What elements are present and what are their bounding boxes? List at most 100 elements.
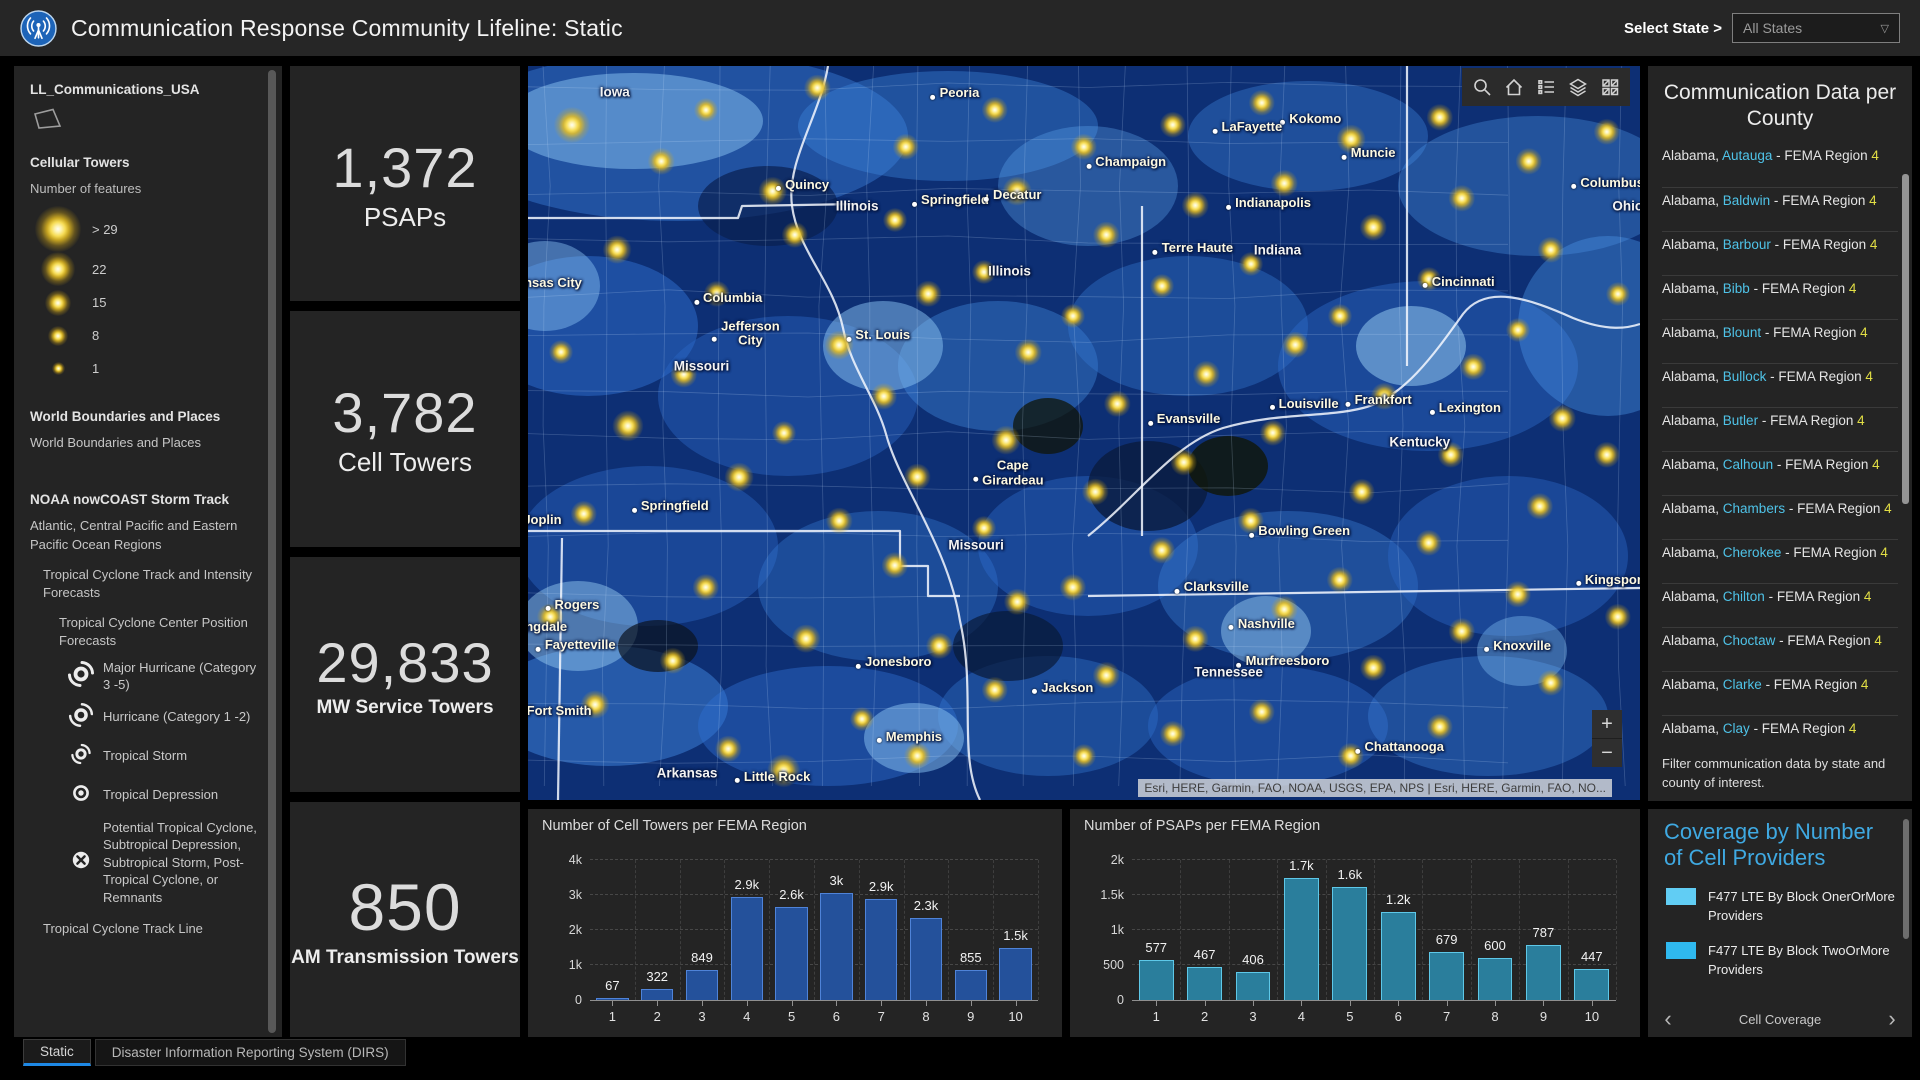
x-axis-tick-label: 4	[1277, 1009, 1325, 1024]
bar-value-label: 600	[1484, 938, 1506, 953]
coverage-legend-item: F477 LTE By Block TwoOrMore Providers	[1664, 941, 1896, 980]
basemap-grid-icon[interactable]	[1594, 68, 1626, 106]
bar	[865, 899, 897, 1001]
county-row[interactable]: Alabama, Chambers - FEMA Region 4	[1662, 495, 1898, 539]
x-axis-tick-label: 10	[993, 1009, 1038, 1024]
county-row[interactable]: Alabama, Clay - FEMA Region 4	[1662, 715, 1898, 759]
feature-class-row: 1	[30, 352, 262, 385]
tab-static[interactable]: Static	[23, 1039, 91, 1066]
city-dot-icon	[1249, 533, 1254, 538]
city-dot-icon	[1226, 205, 1231, 210]
storm-symbol-list: Major Hurricane (Category 3 -5)Hurricane…	[30, 659, 262, 907]
cellular-towers-title: Cellular Towers	[30, 155, 262, 170]
county-row[interactable]: Alabama, Clarke - FEMA Region 4	[1662, 671, 1898, 715]
feature-class-row: 15	[30, 286, 262, 319]
coverage-panel-title: Coverage by Number of Cell Providers	[1664, 819, 1896, 872]
tab-dirs[interactable]: Disaster Information Reporting System (D…	[95, 1039, 406, 1066]
feature-class-list: > 29221581	[30, 206, 262, 385]
zoom-in-button[interactable]: +	[1592, 710, 1622, 738]
pager-next-icon[interactable]: ›	[1880, 1008, 1904, 1030]
coverage-map[interactable]: IowaPeoriaKokomoLaFayetteMuncieChampaign…	[528, 66, 1640, 800]
city-dot-icon	[1342, 155, 1347, 160]
city-label: Nashville	[1238, 617, 1295, 631]
city-label: Decatur	[993, 188, 1041, 202]
gridline	[1326, 860, 1327, 1000]
bar	[1429, 952, 1464, 1000]
coverage-scrollbar[interactable]	[1903, 819, 1909, 939]
gridline	[724, 860, 725, 1000]
y-axis-tick-label: 0	[1117, 993, 1124, 1007]
y-axis-tick-label: 2k	[569, 923, 582, 937]
gridline	[1038, 860, 1039, 1000]
feature-class-row: 8	[30, 319, 262, 352]
gridline	[680, 860, 681, 1000]
map-attribution: Esri, HERE, Garmin, FAO, NOAA, USGS, EPA…	[1138, 779, 1612, 797]
search-icon[interactable]	[1466, 68, 1498, 106]
sidebar-scrollbar[interactable]	[268, 70, 276, 1033]
legend-list-icon[interactable]	[1530, 68, 1562, 106]
county-row[interactable]: Alabama, Chilton - FEMA Region 4	[1662, 583, 1898, 627]
county-row[interactable]: Alabama, Blount - FEMA Region 4	[1662, 319, 1898, 363]
city-label: Champaign	[1095, 155, 1166, 169]
coverage-legend-item: F477 LTE By Block OnerOrMore Providers	[1664, 887, 1896, 926]
gridline	[1422, 860, 1423, 1000]
y-axis-tick-label: 0	[575, 993, 582, 1007]
header: Communication Response Community Lifelin…	[0, 0, 1920, 56]
city-label: LaFayette	[1222, 120, 1283, 134]
bar-value-label: 322	[646, 969, 668, 984]
x-axis-tick-label: 1	[590, 1009, 635, 1024]
county-list-scrollbar[interactable]	[1902, 174, 1909, 504]
city-label: Chattanooga	[1365, 740, 1444, 754]
stat-value: 850	[348, 869, 461, 945]
county-row[interactable]: Alabama, Barbour - FEMA Region 4	[1662, 231, 1898, 275]
bar-value-label: 787	[1533, 925, 1555, 940]
city-label: Columbia	[703, 291, 762, 305]
bar-value-label: 467	[1194, 947, 1216, 962]
county-row[interactable]: Alabama, Bullock - FEMA Region 4	[1662, 363, 1898, 407]
y-axis-tick-label: 1k	[569, 958, 582, 972]
storm-legend-row: Tropical Storm	[68, 741, 262, 772]
home-icon[interactable]	[1498, 68, 1530, 106]
feature-class-label: 22	[92, 262, 106, 277]
tropical-depression-icon	[68, 780, 94, 811]
coverage-swatch-icon	[1666, 942, 1696, 959]
chevron-down-icon: ▽	[1881, 22, 1889, 35]
bar-value-label: 3k	[830, 873, 844, 888]
county-row[interactable]: Alabama, Calhoun - FEMA Region 4	[1662, 451, 1898, 495]
county-list-panel: Communication Data per County Alabama, A…	[1648, 66, 1912, 801]
bar	[820, 893, 852, 1000]
bar-value-label: 406	[1242, 952, 1264, 967]
city-dot-icon	[776, 186, 781, 191]
pager-prev-icon[interactable]: ‹	[1656, 1008, 1680, 1030]
county-row[interactable]: Alabama, Baldwin - FEMA Region 4	[1662, 187, 1898, 231]
x-axis-tick-label: 3	[1229, 1009, 1277, 1024]
county-row[interactable]: Alabama, Butler - FEMA Region 4	[1662, 407, 1898, 451]
county-row[interactable]: Alabama, Bibb - FEMA Region 4	[1662, 275, 1898, 319]
layers-icon[interactable]	[1562, 68, 1594, 106]
bar-value-label: 855	[960, 950, 982, 965]
x-axis-labels: 12345678910	[590, 1009, 1038, 1024]
bar-value-label: 1.6k	[1338, 867, 1363, 882]
city-label: Springfield	[641, 499, 709, 513]
county-row[interactable]: Alabama, Cherokee - FEMA Region 4	[1662, 539, 1898, 583]
x-axis-tick-label: 2	[635, 1009, 680, 1024]
x-axis-tick-label: 9	[948, 1009, 993, 1024]
state-label: Missouri	[674, 360, 730, 375]
city-label: Jefferson City	[721, 320, 780, 349]
stat-card-mw-service-towers: 29,833 MW Service Towers	[290, 557, 520, 792]
y-axis-tick-label: 3k	[569, 888, 582, 902]
cyclone-center-forecasts-label: Tropical Cyclone Center Position Forecas…	[59, 614, 262, 650]
x-axis-tick-label: 6	[814, 1009, 859, 1024]
county-row[interactable]: Alabama, Choctaw - FEMA Region 4	[1662, 627, 1898, 671]
tropical-storm-icon	[68, 741, 94, 772]
x-axis-tick-label: 7	[1422, 1009, 1470, 1024]
city-dot-icon	[1430, 409, 1435, 414]
city-label: Memphis	[886, 730, 942, 744]
state-dropdown[interactable]: All States ▽	[1732, 13, 1900, 43]
county-row[interactable]: Alabama, Autauga - FEMA Region 4	[1662, 143, 1898, 187]
gridline	[814, 860, 815, 1000]
zoom-out-button[interactable]: −	[1592, 738, 1622, 767]
dashboard-root: Communication Response Community Lifelin…	[0, 0, 1920, 1080]
state-label: Tennessee	[1194, 666, 1263, 681]
city-label: Louisville	[1279, 396, 1339, 410]
